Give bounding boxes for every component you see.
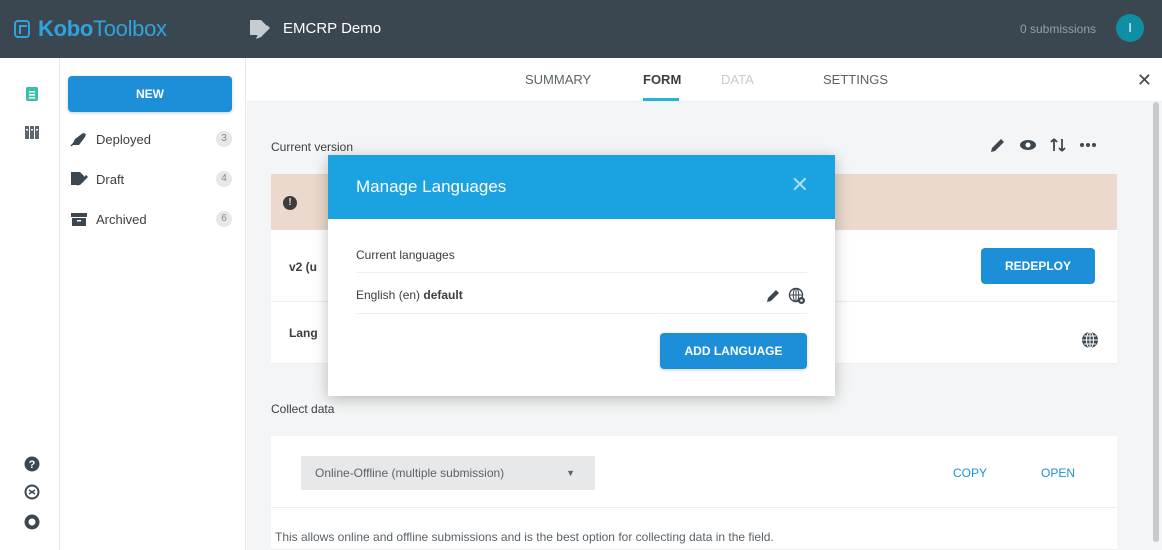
github-icon[interactable] <box>24 514 40 530</box>
open-link-button[interactable]: OPEN <box>1041 466 1075 480</box>
kobotoolbox-logo[interactable]: Kobo Toolbox <box>14 16 167 42</box>
tab-settings[interactable]: SETTINGS <box>823 72 888 87</box>
edit-icon[interactable] <box>989 136 1007 154</box>
version-text: v2 (u <box>289 260 317 274</box>
form-actions <box>989 136 1097 154</box>
count-badge: 4 <box>216 171 232 187</box>
close-icon[interactable]: ✕ <box>1137 70 1152 91</box>
drawer-item-archived[interactable]: Archived 6 <box>70 208 232 230</box>
divider <box>356 272 807 273</box>
forms-icon[interactable] <box>24 86 40 102</box>
archive-icon <box>71 213 87 226</box>
modal-header: Manage Languages ✕ <box>328 155 835 219</box>
languages-label: Lang <box>289 326 318 340</box>
count-badge: 6 <box>216 211 232 227</box>
collect-method-value: Online-Offline (multiple submission) <box>315 466 505 480</box>
edit-language-icon[interactable] <box>766 287 782 303</box>
active-tab-indicator <box>643 98 679 101</box>
version-label: v2 (u <box>289 260 318 274</box>
projects-drawer: NEW Deployed 3 Draft 4 Archived 6 <box>60 58 246 550</box>
collect-data-heading: Collect data <box>271 402 335 416</box>
help-icon[interactable]: ? <box>24 456 40 472</box>
project-title[interactable]: EMCRP Demo <box>283 20 381 37</box>
manage-languages-modal: Manage Languages ✕ Current languages Eng… <box>328 155 835 396</box>
modal-close-icon[interactable]: ✕ <box>791 172 809 198</box>
add-language-button[interactable]: ADD LANGUAGE <box>660 333 807 369</box>
logo-mark-icon <box>14 20 30 38</box>
drawer-item-label: Deployed <box>96 131 151 147</box>
submissions-count: 0 submissions <box>1019 22 1096 36</box>
top-bar: Kobo Toolbox EMCRP Demo 0 submissions I <box>0 0 1162 58</box>
preview-eye-icon[interactable] <box>1019 136 1037 154</box>
tab-summary[interactable]: SUMMARY <box>525 72 591 87</box>
redeploy-button[interactable]: REDEPLOY <box>981 248 1095 284</box>
tab-bar: SUMMARY FORM DATA SETTINGS ✕ <box>247 58 1162 102</box>
library-icon[interactable] <box>24 124 40 140</box>
new-project-button[interactable]: NEW <box>68 76 232 112</box>
default-label: default <box>423 288 463 302</box>
modal-title: Manage Languages <box>356 177 507 196</box>
divider <box>356 313 807 314</box>
more-options-icon[interactable] <box>1079 136 1097 154</box>
language-row: English (en) default <box>356 288 463 302</box>
tab-data: DATA <box>721 72 754 87</box>
user-avatar[interactable]: I <box>1116 14 1144 42</box>
count-badge: 3 <box>216 131 232 147</box>
rocket-icon <box>70 133 86 147</box>
translations-globe-icon[interactable] <box>788 287 806 305</box>
replace-form-icon[interactable] <box>1049 136 1067 154</box>
drawer-item-draft[interactable]: Draft 4 <box>70 168 232 190</box>
language-name: English (en) <box>356 288 424 302</box>
scrollbar[interactable] <box>1153 102 1159 542</box>
form-draft-icon <box>250 20 270 39</box>
tab-form[interactable]: FORM <box>643 72 681 87</box>
logo-text-light: Toolbox <box>93 16 167 41</box>
drawer-item-label: Draft <box>96 171 125 187</box>
current-version-heading: Current version <box>271 140 354 154</box>
warning-icon: ! <box>283 196 297 210</box>
collect-method-select[interactable]: Online-Offline (multiple submission) ▼ <box>301 456 595 490</box>
collect-help-text: This allows online and offline submissio… <box>275 530 774 544</box>
dropdown-arrow-icon: ▼ <box>566 468 575 478</box>
language-actions <box>766 287 806 305</box>
globe-icon[interactable] <box>1081 331 1099 349</box>
support-icon[interactable] <box>24 484 40 500</box>
icon-rail: ? <box>0 58 60 550</box>
svg-text:?: ? <box>29 459 36 471</box>
logo-text-bold: Kobo <box>38 16 94 41</box>
draft-icon <box>71 172 88 186</box>
current-languages-heading: Current languages <box>356 248 455 262</box>
copy-link-button[interactable]: COPY <box>953 466 987 480</box>
drawer-item-label: Archived <box>96 211 147 227</box>
drawer-item-deployed[interactable]: Deployed 3 <box>70 128 232 150</box>
